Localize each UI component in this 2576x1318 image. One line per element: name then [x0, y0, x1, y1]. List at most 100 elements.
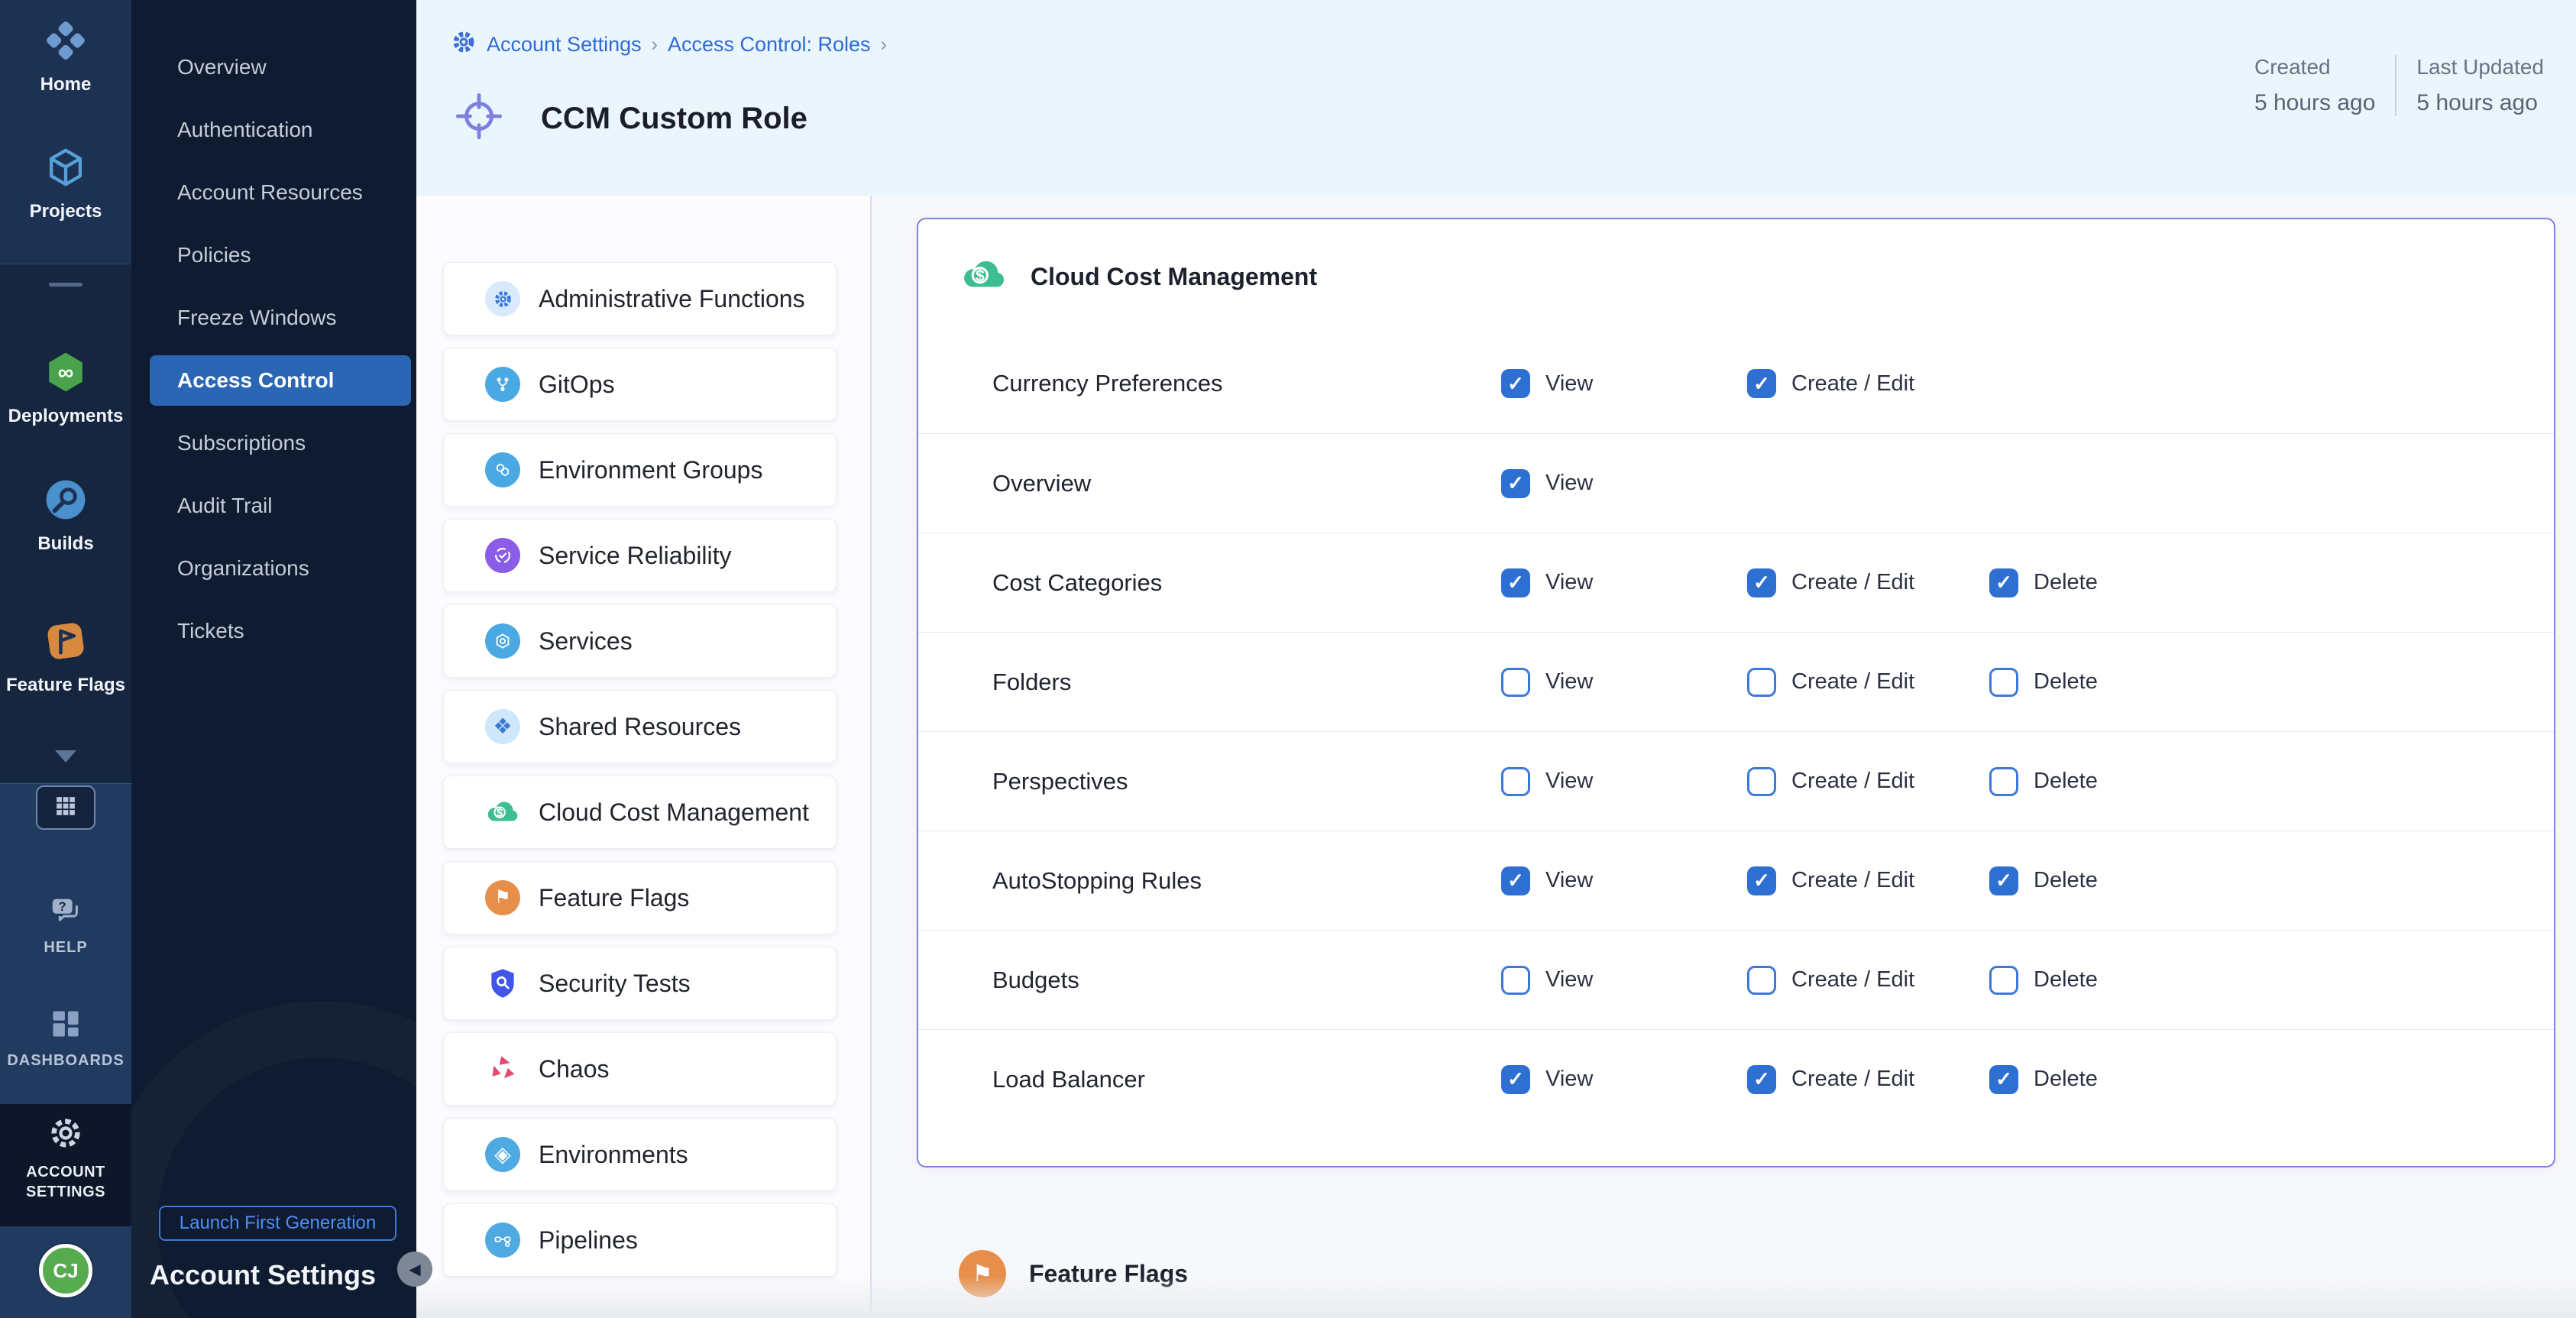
category-label: Chaos — [539, 1055, 610, 1083]
nav-help[interactable]: ? HELP — [0, 892, 131, 957]
checkbox-view-checked[interactable]: ✓ — [1501, 369, 1530, 398]
checkbox-delete-unchecked[interactable] — [1989, 767, 2018, 796]
permission-cell-delete: ✓Delete — [1989, 1065, 2218, 1094]
category-card-cloud-cost-management[interactable]: $Cloud Cost Management — [443, 776, 837, 849]
nav-dashboards[interactable]: DASHBOARDS — [0, 1007, 131, 1070]
category-label: Pipelines — [539, 1226, 638, 1255]
shield-magnifier-icon — [485, 966, 520, 1001]
sidebar-menu: OverviewAuthenticationAccount ResourcesP… — [131, 36, 416, 662]
svg-text:$: $ — [497, 806, 503, 819]
gear-icon — [48, 1116, 83, 1154]
checkbox-delete-checked[interactable]: ✓ — [1989, 866, 2018, 895]
permission-name: AutoStopping Rules — [992, 867, 1501, 895]
category-card-feature-flags[interactable]: ⚑Feature Flags — [443, 861, 837, 934]
permission-cell-view: ✓View — [1501, 369, 1747, 398]
feature-flags-section-header: ⚑ Feature Flags — [917, 1250, 2555, 1297]
user-menu[interactable]: CJ — [0, 1244, 131, 1297]
nav-deployments[interactable]: ∞ Deployments — [0, 350, 131, 427]
permission-name: Budgets — [992, 967, 1501, 994]
sidebar-item-freeze-windows[interactable]: Freeze Windows — [131, 287, 416, 349]
sidebar-item-policies[interactable]: Policies — [131, 224, 416, 287]
category-card-shared-resources[interactable]: ❖Shared Resources — [443, 690, 837, 763]
checkbox-view-checked[interactable]: ✓ — [1501, 866, 1530, 895]
permission-cell-delete: Delete — [1989, 668, 2218, 697]
flag-icon — [44, 619, 88, 667]
checkbox-label: Delete — [2034, 868, 2098, 893]
permission-cell-create-edit: ✓Create / Edit — [1747, 1065, 1989, 1094]
checkbox-create-edit-unchecked[interactable] — [1747, 767, 1776, 796]
last-updated-label: Last Updated — [2416, 55, 2544, 79]
permission-row-cost-categories: Cost Categories✓View✓Create / Edit✓Delet… — [918, 533, 2554, 632]
checkbox-delete-unchecked[interactable] — [1989, 966, 2018, 995]
sidebar-item-organizations[interactable]: Organizations — [131, 537, 416, 600]
permission-row-overview: Overview✓View — [918, 433, 2554, 533]
permission-cell-view: View — [1501, 966, 1747, 995]
checkbox-delete-checked[interactable]: ✓ — [1989, 1065, 2018, 1094]
rail-expand-modules[interactable] — [0, 750, 131, 763]
svg-text:?: ? — [59, 900, 66, 914]
meta-divider — [2395, 55, 2396, 116]
sidebar-item-access-control[interactable]: Access Control — [150, 355, 411, 406]
category-card-security-tests[interactable]: Security Tests — [443, 947, 837, 1020]
breadcrumb-account-settings[interactable]: Account Settings — [487, 33, 642, 57]
category-card-environments[interactable]: ◈Environments — [443, 1118, 837, 1191]
category-card-chaos[interactable]: Chaos — [443, 1032, 837, 1106]
checkbox-create-edit-checked[interactable]: ✓ — [1747, 1065, 1776, 1094]
account-settings-sidebar: OverviewAuthenticationAccount ResourcesP… — [131, 0, 416, 1318]
checkbox-label: Delete — [2034, 669, 2098, 695]
permission-name: Folders — [992, 669, 1501, 696]
checkbox-label: Delete — [2034, 769, 2098, 794]
nav-dashboards-label: DASHBOARDS — [7, 1052, 124, 1070]
rail-drag-handle[interactable] — [49, 283, 83, 287]
category-card-gitops[interactable]: GitOps — [443, 348, 837, 421]
cloud-cost-management-panel: $ Cloud Cost Management Currency Prefere… — [917, 218, 2555, 1167]
checkbox-view-unchecked[interactable] — [1501, 668, 1530, 697]
page-header: Account Settings › Access Control: Roles… — [416, 0, 2576, 196]
sidebar-item-overview[interactable]: Overview — [131, 36, 416, 99]
checkbox-create-edit-unchecked[interactable] — [1747, 668, 1776, 697]
sidebar-item-tickets[interactable]: Tickets — [131, 600, 416, 662]
permission-row-budgets: BudgetsViewCreate / EditDelete — [918, 930, 2554, 1029]
sidebar-collapse-button[interactable]: ◀ — [397, 1252, 432, 1287]
nav-projects[interactable]: Projects — [0, 145, 131, 222]
category-card-service-reliability[interactable]: Service Reliability — [443, 519, 837, 592]
nav-builds[interactable]: Builds — [0, 478, 131, 555]
nav-feature-flags-label: Feature Flags — [6, 675, 125, 696]
home-icon — [44, 18, 88, 66]
checkbox-view-checked[interactable]: ✓ — [1501, 1065, 1530, 1094]
checkbox-create-edit-checked[interactable]: ✓ — [1747, 369, 1776, 398]
category-card-services[interactable]: Services — [443, 604, 837, 678]
nav-projects-label: Projects — [30, 201, 102, 222]
sidebar-item-audit-trail[interactable]: Audit Trail — [131, 474, 416, 537]
breadcrumb-access-control-roles[interactable]: Access Control: Roles — [668, 33, 871, 57]
permission-cell-create-edit: Create / Edit — [1747, 668, 1989, 697]
panel-title: Cloud Cost Management — [1031, 263, 1317, 291]
sidebar-item-account-resources[interactable]: Account Resources — [131, 161, 416, 224]
checkbox-view-unchecked[interactable] — [1501, 966, 1530, 995]
checkbox-create-edit-unchecked[interactable] — [1747, 966, 1776, 995]
checkbox-label: View — [1545, 967, 1593, 993]
avatar[interactable]: CJ — [39, 1244, 92, 1297]
nav-account-settings[interactable]: ACCOUNT SETTINGS — [0, 1116, 131, 1202]
sidebar-item-subscriptions[interactable]: Subscriptions — [131, 412, 416, 474]
category-card-administrative-functions[interactable]: Administrative Functions — [443, 262, 837, 335]
checkbox-delete-checked[interactable]: ✓ — [1989, 568, 2018, 597]
checkbox-view-unchecked[interactable] — [1501, 767, 1530, 796]
nav-home[interactable]: Home — [0, 18, 131, 96]
checkbox-view-checked[interactable]: ✓ — [1501, 469, 1530, 498]
nav-deployments-label: Deployments — [8, 406, 124, 427]
module-selector[interactable] — [0, 785, 131, 830]
sidebar-item-authentication[interactable]: Authentication — [131, 99, 416, 161]
checkbox-delete-unchecked[interactable] — [1989, 668, 2018, 697]
checkbox-create-edit-checked[interactable]: ✓ — [1747, 568, 1776, 597]
nav-feature-flags[interactable]: Feature Flags — [0, 619, 131, 696]
category-card-pipelines[interactable]: Pipelines — [443, 1203, 837, 1277]
role-meta: Created 5 hours ago Last Updated 5 hours… — [2254, 55, 2544, 116]
permission-rows: Currency Preferences✓View✓Create / EditO… — [918, 334, 2554, 1129]
checkbox-create-edit-checked[interactable]: ✓ — [1747, 866, 1776, 895]
checkbox-view-checked[interactable]: ✓ — [1501, 568, 1530, 597]
checkbox-label: Delete — [2034, 570, 2098, 595]
category-card-environment-groups[interactable]: Environment Groups — [443, 433, 837, 507]
svg-text:∞: ∞ — [58, 361, 74, 385]
launch-first-generation-button[interactable]: Launch First Generation — [159, 1206, 396, 1241]
